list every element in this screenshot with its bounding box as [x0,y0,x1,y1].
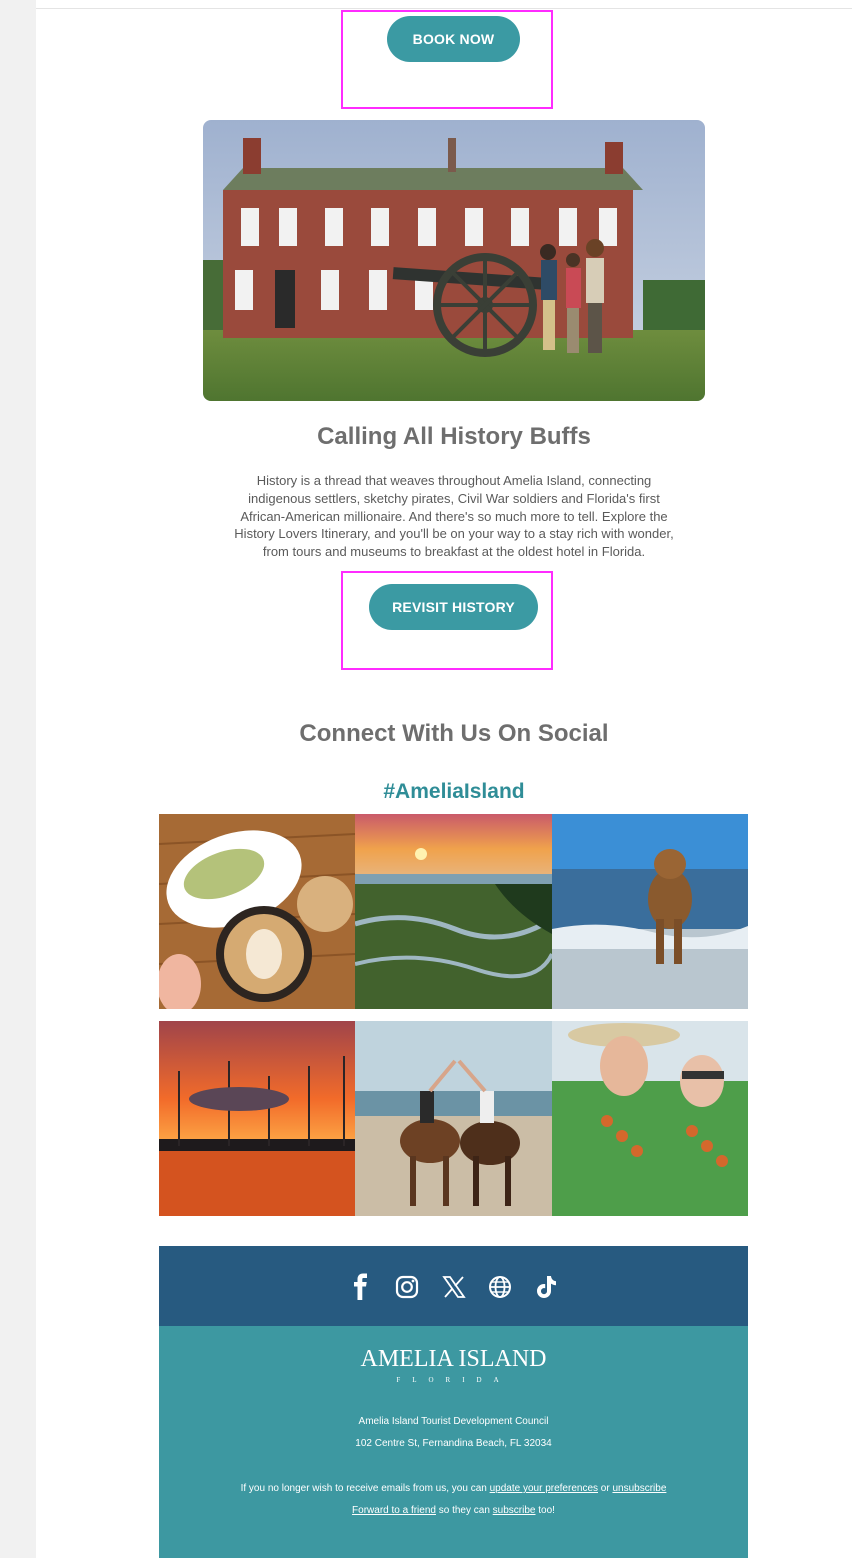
book-now-button[interactable]: BOOK NOW [387,16,520,62]
social-photo-marsh-sunset[interactable] [355,814,552,1009]
forward-line: Forward to a friend so they can subscrib… [159,1505,748,1516]
left-gutter [0,0,36,1558]
footer-main: AMELIA ISLAND FLORIDA Amelia Island Tour… [159,1326,748,1558]
horses-beach-illustration [355,1021,552,1216]
subscribe-link[interactable]: subscribe [493,1505,536,1516]
hero-photo [203,120,705,401]
unsubscribe-line: If you no longer wish to receive emails … [159,1483,748,1494]
update-preferences-link[interactable]: update your preferences [490,1483,598,1494]
history-line: from tours and museums to breakfast at t… [262,544,646,560]
forward-to-friend-link[interactable]: Forward to a friend [352,1505,436,1516]
social-photo-harbor-sunset[interactable] [159,1021,355,1216]
logo-florida-subtitle: FLORIDA [396,1376,511,1384]
forward-middle: so they can [435,1505,493,1516]
org-address: 102 Centre St, Fernandina Beach, FL 3203… [355,1438,552,1449]
org-name: Amelia Island Tourist Development Counci… [358,1416,549,1427]
amelia-island-logo: AMELIA ISLAND [360,1346,547,1372]
history-line: African-American millionaire. And there'… [240,508,668,524]
revisit-history-button[interactable]: REVISIT HISTORY [369,584,538,630]
dog-beach-illustration [552,814,748,1009]
social-photo-horses-beach[interactable] [355,1021,552,1216]
toast-coffee-illustration [159,814,355,1009]
social-photo-toast-coffee[interactable] [159,814,355,1009]
social-photo-dog-beach[interactable] [552,814,748,1009]
x-icon[interactable] [439,1272,469,1302]
social-photo-shrimp-festival[interactable] [552,1021,748,1216]
globe-icon[interactable] [485,1272,515,1302]
unsubscribe-link[interactable]: unsubscribe [612,1483,666,1494]
marsh-sunset-illustration [355,814,552,1009]
forward-suffix: too! [535,1505,555,1516]
history-title: Calling All History Buffs [317,423,591,450]
footer-social-bar [159,1246,748,1326]
history-line: indigenous settlers, sketchy pirates, Ci… [248,490,660,506]
history-line: History is a thread that weaves througho… [256,473,652,488]
tiktok-icon[interactable] [531,1272,561,1302]
social-title: Connect With Us On Social [299,720,609,747]
top-divider [36,8,852,9]
fort-cannon-illustration [203,120,705,401]
hashtag-link[interactable]: #AmeliaIsland [0,780,852,804]
social-icons-row [159,1272,748,1302]
instagram-icon[interactable] [392,1272,422,1302]
unsubscribe-or: or [598,1483,613,1494]
harbor-sunset-illustration [159,1021,355,1216]
unsubscribe-prefix: If you no longer wish to receive emails … [240,1483,490,1494]
history-paragraph: History is a thread that weaves througho… [204,472,704,561]
shrimp-festival-illustration [552,1021,748,1216]
history-line: History Lovers Itinerary, and you'll be … [234,526,674,542]
facebook-icon[interactable] [346,1272,376,1302]
